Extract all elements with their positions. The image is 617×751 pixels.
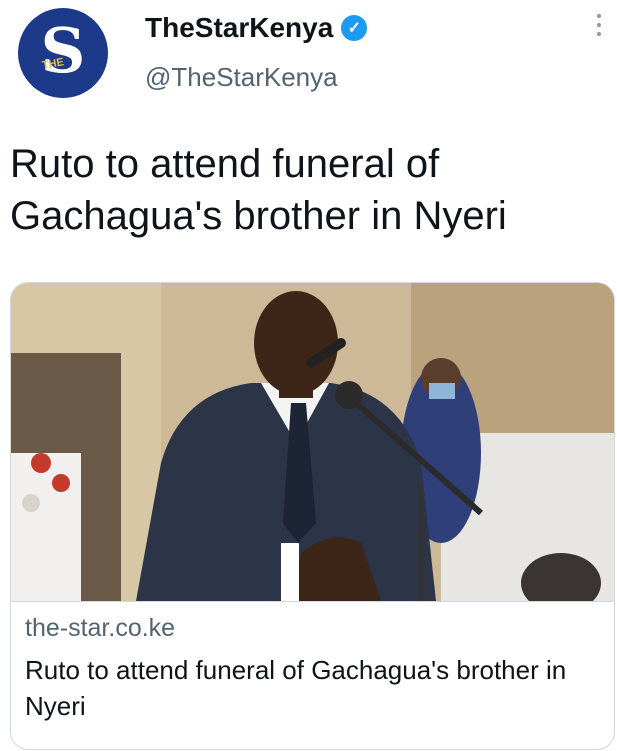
card-domain: the-star.co.ke [25,614,176,642]
card-image[interactable] [11,283,614,601]
verified-badge-icon: ✓ [341,15,368,41]
link-card[interactable]: the-star.co.ke Ruto to attend funeral of… [10,282,615,750]
card-photo [11,283,614,601]
name-row: TheStarKenya ✓ [145,12,368,44]
display-name[interactable]: TheStarKenya [145,12,333,44]
card-title[interactable]: Ruto to attend funeral of Gachagua's bro… [25,652,595,724]
avatar-letter: S [40,14,86,87]
handle[interactable]: @TheStarKenya [145,62,338,93]
card-text[interactable]: the-star.co.ke Ruto to attend funeral of… [11,601,614,749]
tweet-text: Ruto to attend funeral of Gachagua's bro… [10,142,507,238]
avatar[interactable]: S THE [18,8,108,98]
more-options-icon[interactable] [593,14,605,36]
